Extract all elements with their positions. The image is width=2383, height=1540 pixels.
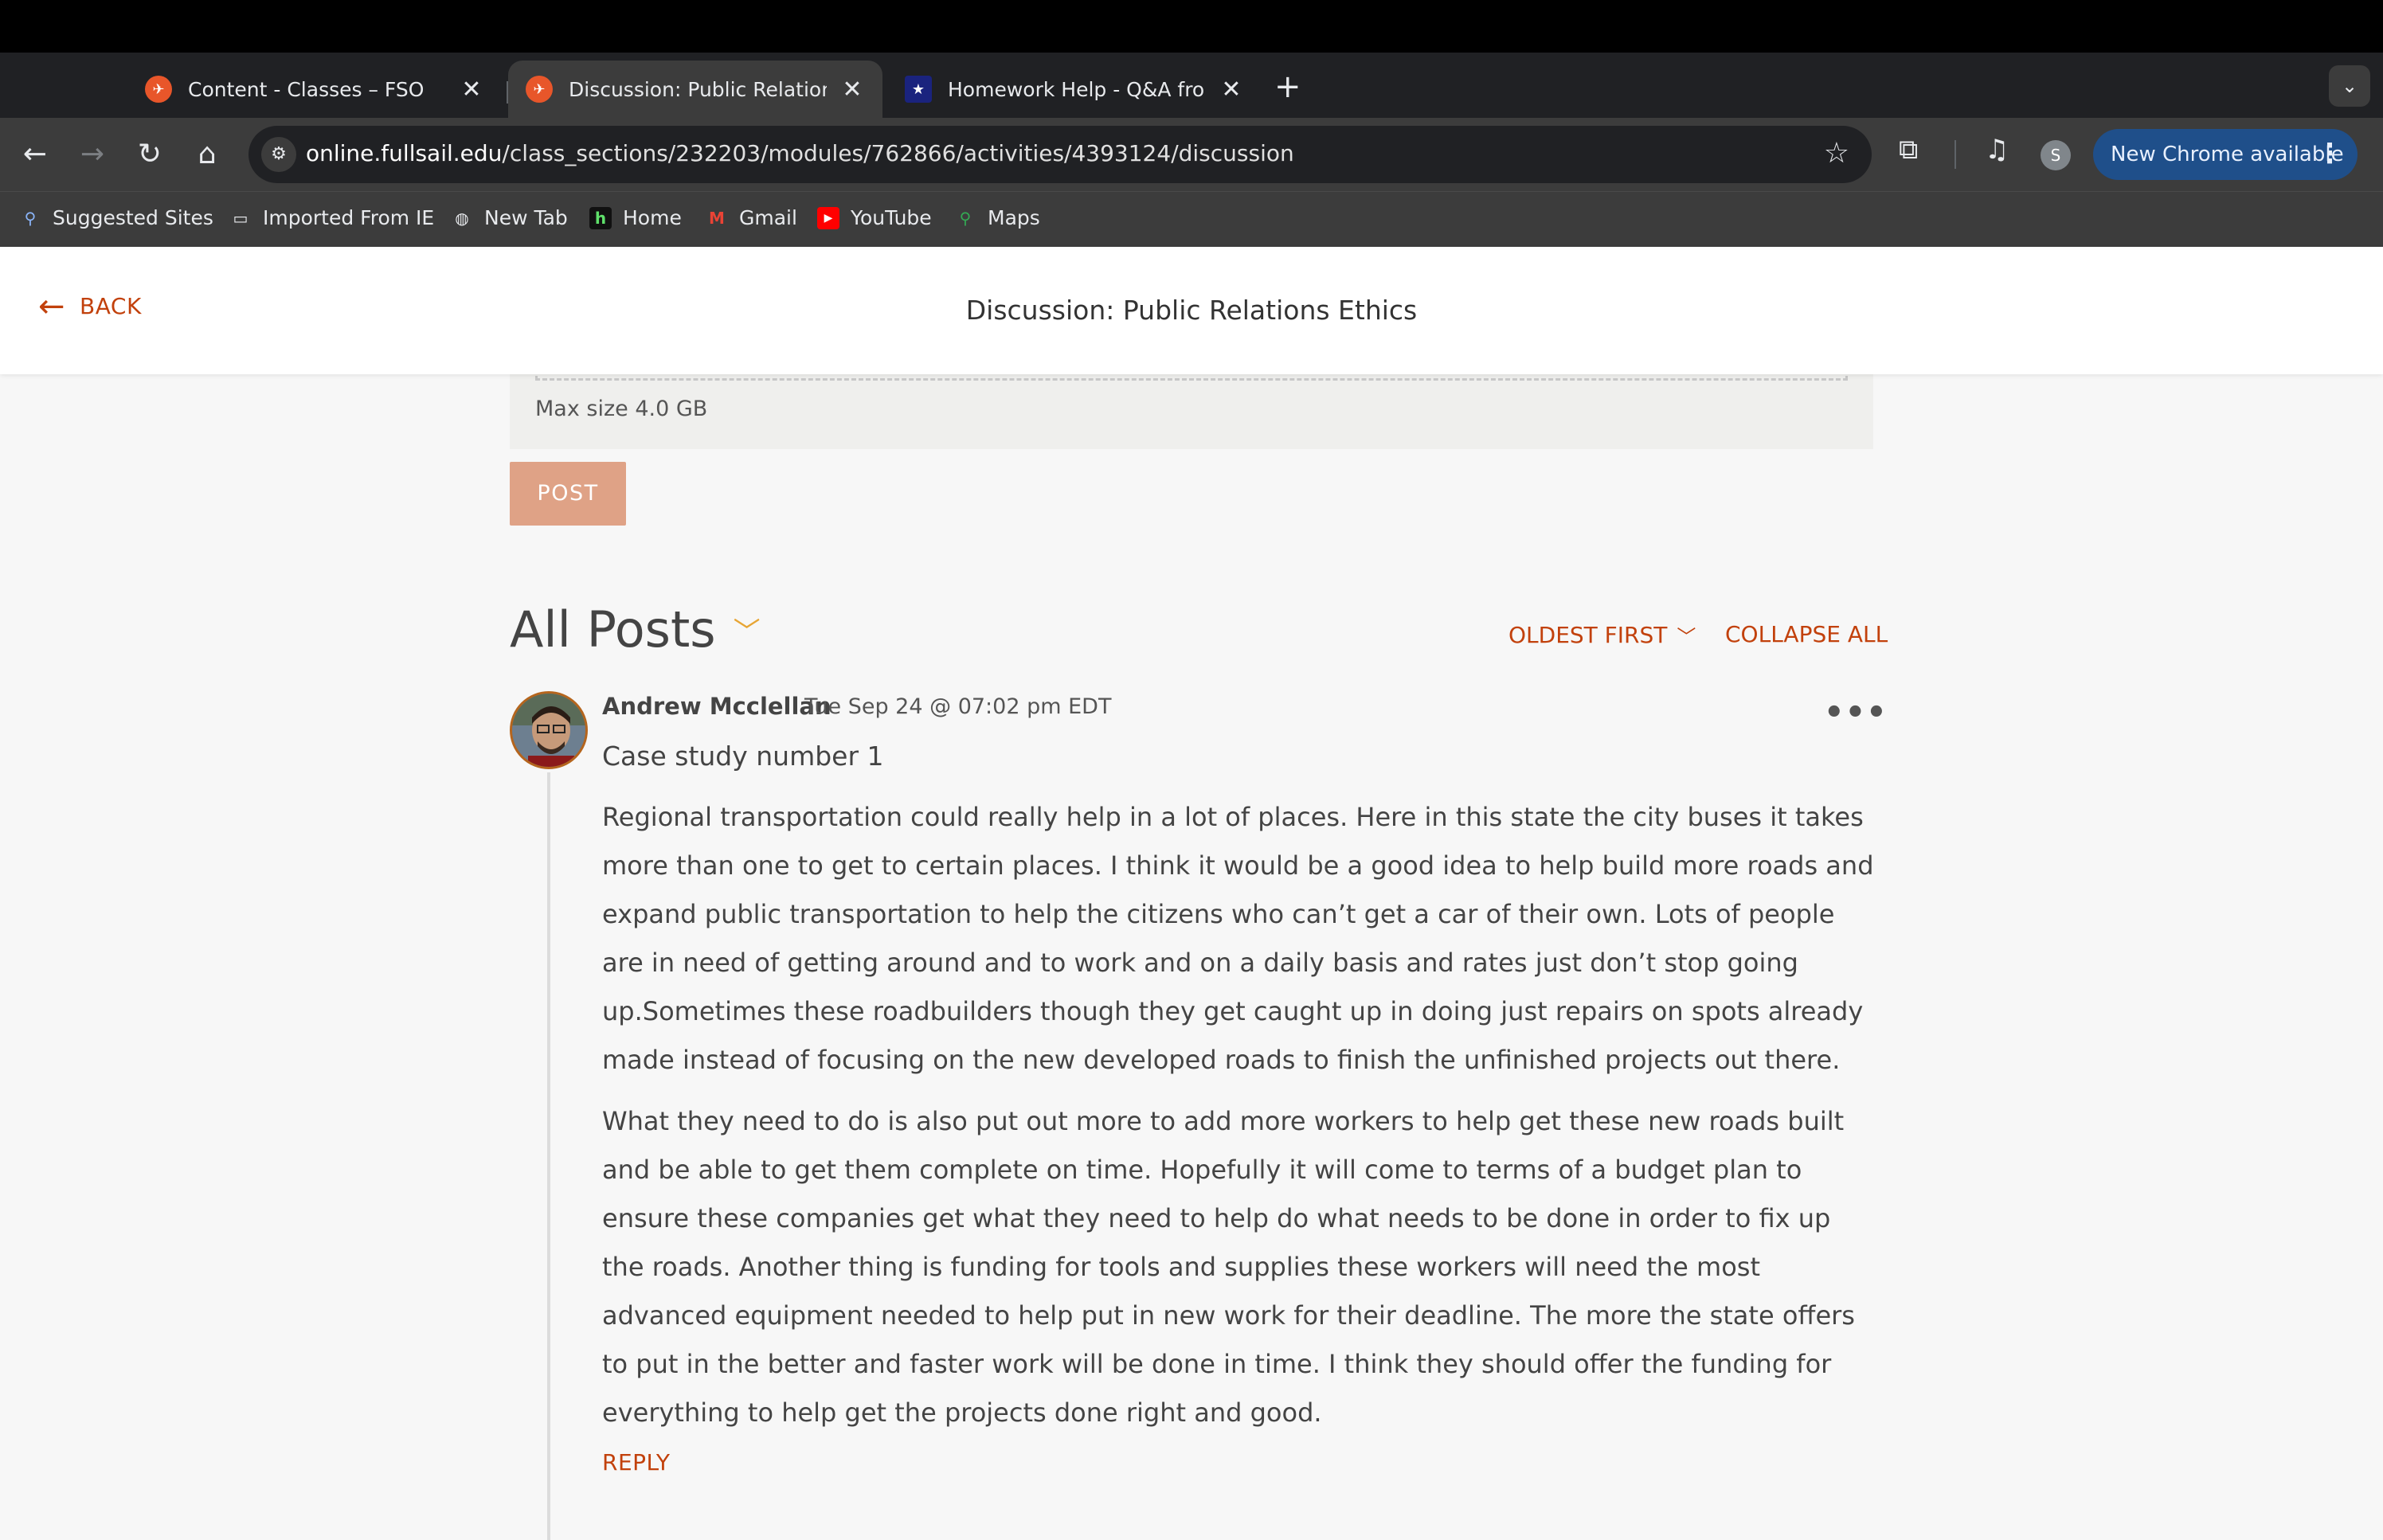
- folder-icon: ▭: [233, 208, 248, 228]
- tab-close-icon[interactable]: ✕: [459, 76, 484, 104]
- media-controls-icon[interactable]: ♫: [1985, 134, 2009, 166]
- star-favicon-icon: ★: [905, 76, 932, 103]
- avatar[interactable]: [510, 691, 588, 769]
- bookmark-home[interactable]: h Home: [589, 206, 682, 229]
- new-tab-button[interactable]: +: [1274, 68, 1301, 105]
- tab-label: Homework Help - Q&A from C: [948, 77, 1206, 101]
- bookmarks-bar: ⚲ Suggested Sites ▭ Imported From IE ◍ N…: [0, 191, 2383, 247]
- sort-oldest-first-button[interactable]: OLDEST FIRST ﹀: [1508, 621, 1696, 649]
- tab-label: Content - Classes – FSO: [188, 77, 425, 101]
- thread-line: [547, 772, 550, 1540]
- bookmark-imported-from-ie[interactable]: ▭ Imported From IE: [229, 206, 435, 229]
- chevron-down-icon: ﹀: [733, 616, 761, 648]
- post-paragraph: Regional transportation could really hel…: [602, 802, 1874, 1075]
- max-size-note: Max size 4.0 GB: [535, 397, 708, 421]
- tab-search-chevron-icon[interactable]: ⌄: [2329, 65, 2370, 107]
- collapse-all-button[interactable]: COLLAPSE ALL: [1725, 621, 1888, 647]
- all-posts-filter[interactable]: All Posts ﹀: [510, 600, 761, 659]
- user-photo-icon: [512, 694, 585, 767]
- bookmark-label: Suggested Sites: [53, 206, 213, 229]
- youtube-icon: ▶: [817, 206, 839, 229]
- reply-button[interactable]: REPLY: [602, 1449, 671, 1476]
- new-chrome-available-button[interactable]: New Chrome available ⋮: [2093, 129, 2358, 180]
- bookmark-label: Imported From IE: [263, 206, 435, 229]
- bookmark-label: Maps: [988, 206, 1040, 229]
- bookmark-youtube[interactable]: ▶ YouTube: [817, 206, 932, 229]
- sort-label: OLDEST FIRST: [1508, 622, 1668, 648]
- bookmark-maps[interactable]: ⚲ Maps: [954, 206, 1040, 229]
- address-bar[interactable]: ⚙ online.fullsail.edu/class_sections/232…: [248, 126, 1872, 183]
- toolbar-separator: [1955, 140, 1956, 169]
- post-author[interactable]: Andrew Mcclellan: [602, 693, 832, 720]
- forward-arrow-icon[interactable]: →: [72, 134, 113, 175]
- browser-toolbar: ← → ↻ ⌂ ⚙ online.fullsail.edu/class_sect…: [0, 118, 2383, 191]
- post-button[interactable]: POST: [510, 462, 626, 526]
- bookmark-star-icon[interactable]: ☆: [1824, 137, 1849, 170]
- bookmark-suggested-sites[interactable]: ⚲ Suggested Sites: [19, 206, 213, 229]
- extensions-puzzle-icon[interactable]: ⧉: [1899, 134, 1918, 166]
- gmail-icon: M: [709, 208, 725, 228]
- fullsail-favicon-icon: ✈: [145, 76, 172, 103]
- bookmark-label: New Tab: [484, 206, 568, 229]
- bookmark-label: Home: [623, 206, 682, 229]
- page-title: Discussion: Public Relations Ethics: [965, 295, 1418, 326]
- tab-label: Discussion: Public Relations E: [569, 77, 827, 101]
- back-arrow-icon[interactable]: ←: [14, 134, 56, 175]
- search-icon: ⚲: [24, 208, 37, 228]
- tab-homework-help[interactable]: ★ Homework Help - Q&A from C ✕: [887, 61, 1262, 118]
- profile-avatar[interactable]: S: [2041, 140, 2071, 170]
- more-options-icon[interactable]: •••: [1824, 694, 1888, 731]
- bookmark-gmail[interactable]: M Gmail: [706, 206, 797, 229]
- attachment-dropzone: Max size 4.0 GB: [510, 366, 1873, 449]
- tab-strip: ✈ Content - Classes – FSO ✕ ✈ Discussion…: [0, 53, 2383, 118]
- bookmark-label: Gmail: [739, 206, 797, 229]
- fullsail-favicon-icon: ✈: [526, 76, 553, 103]
- tab-close-icon[interactable]: ✕: [1219, 76, 1244, 104]
- post-subject: Case study number 1: [602, 741, 884, 772]
- url-host: online.fullsail.edu: [306, 140, 503, 166]
- url-text[interactable]: online.fullsail.edu/class_sections/23220…: [306, 140, 1294, 166]
- window-top-bar: [0, 0, 2383, 53]
- url-path: /class_sections/232203/modules/762866/ac…: [502, 140, 1294, 166]
- reload-icon[interactable]: ↻: [129, 134, 170, 175]
- h-logo-icon: h: [589, 206, 612, 229]
- site-info-icon[interactable]: ⚙: [261, 137, 296, 172]
- tab-content-classes[interactable]: ✈ Content - Classes – FSO ✕: [127, 61, 502, 118]
- tab-discussion[interactable]: ✈ Discussion: Public Relations E ✕: [508, 61, 882, 118]
- post-date: Tue Sep 24 @ 07:02 pm EDT: [804, 694, 1112, 719]
- post-paragraph: What they need to do is also put out mor…: [602, 1106, 1855, 1428]
- page-header: ← BACK Discussion: Public Relations Ethi…: [0, 247, 2383, 374]
- home-icon[interactable]: ⌂: [186, 134, 228, 175]
- globe-icon: ◍: [455, 208, 469, 228]
- new-chrome-label: New Chrome available: [2111, 143, 2344, 166]
- bookmark-new-tab[interactable]: ◍ New Tab: [451, 206, 568, 229]
- chevron-down-icon: ﹀: [1677, 626, 1696, 648]
- maps-pin-icon: ⚲: [959, 208, 972, 228]
- tab-close-icon[interactable]: ✕: [839, 76, 865, 104]
- bookmark-label: YouTube: [851, 206, 932, 229]
- kebab-menu-icon[interactable]: ⋮: [2316, 129, 2343, 178]
- all-posts-title: All Posts: [510, 600, 716, 659]
